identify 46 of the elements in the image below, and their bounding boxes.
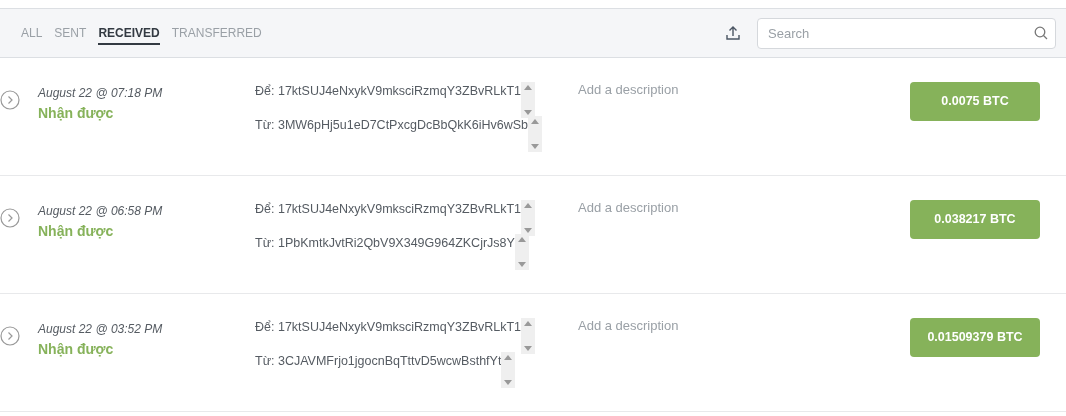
- amount-button[interactable]: 0.038217 BTC: [910, 200, 1040, 239]
- expand-icon[interactable]: [0, 326, 20, 346]
- filter-tab[interactable]: ALL: [21, 21, 43, 45]
- scroll-down-icon[interactable]: [504, 380, 513, 385]
- transaction-status: Nhận được: [38, 222, 115, 241]
- scrollbar[interactable]: [528, 116, 543, 152]
- scroll-down-icon[interactable]: [524, 346, 533, 351]
- search-icon[interactable]: [1034, 25, 1048, 40]
- scroll-down-icon[interactable]: [524, 110, 533, 115]
- sender-address: Từ: 3MW6pHj5u1eD7CtPxcgDcBbQkK6iHv6wSb: [255, 117, 529, 134]
- search-field[interactable]: Search: [757, 17, 1056, 49]
- transaction-status: Nhận được: [38, 104, 115, 123]
- description-field[interactable]: Add a description: [578, 80, 828, 100]
- expand-icon[interactable]: [0, 90, 20, 110]
- scrollbar[interactable]: [501, 352, 516, 388]
- scroll-up-icon[interactable]: [504, 355, 513, 360]
- amount-button[interactable]: 0.01509379 BTC: [910, 318, 1040, 357]
- recipient-address: Để: 17ktSUJ4eNxykV9mksciRzmqY3ZBvRLkT1: [255, 319, 522, 336]
- scrollbar[interactable]: [521, 318, 536, 354]
- transaction-status: Nhận được: [38, 340, 115, 359]
- filter-tab[interactable]: TRANSFERRED: [171, 21, 262, 45]
- scroll-down-icon[interactable]: [517, 262, 526, 267]
- scroll-up-icon[interactable]: [531, 119, 540, 124]
- sender-address: Từ: 3CJAVMFrjo1jgocnBqTttvD5wcwBsthfYt: [255, 353, 502, 370]
- sender-address: Từ: 1PbKmtkJvtRi2QbV9X349G964ZKCjrJs8Y: [255, 235, 515, 252]
- filter-tab[interactable]: RECEIVED: [98, 21, 160, 45]
- scroll-up-icon[interactable]: [524, 203, 533, 208]
- transaction-date: August 22 @ 06:58 PM: [38, 203, 164, 220]
- scroll-down-icon[interactable]: [524, 228, 533, 233]
- scrollbar[interactable]: [521, 82, 536, 118]
- upload-icon[interactable]: [725, 25, 741, 41]
- scrollbar[interactable]: [514, 234, 529, 270]
- scroll-down-icon[interactable]: [531, 144, 540, 149]
- scroll-up-icon[interactable]: [524, 85, 533, 90]
- description-field[interactable]: Add a description: [578, 198, 828, 218]
- scrollbar[interactable]: [521, 200, 536, 236]
- expand-icon[interactable]: [0, 208, 20, 228]
- amount-button[interactable]: 0.0075 BTC: [910, 82, 1040, 121]
- filter-tab[interactable]: SENT: [54, 21, 87, 45]
- recipient-address: Để: 17ktSUJ4eNxykV9mksciRzmqY3ZBvRLkT1: [255, 83, 522, 100]
- recipient-address: Để: 17ktSUJ4eNxykV9mksciRzmqY3ZBvRLkT1: [255, 201, 522, 218]
- transaction-date: August 22 @ 03:52 PM: [38, 321, 164, 338]
- scroll-up-icon[interactable]: [517, 237, 526, 242]
- scroll-up-icon[interactable]: [524, 321, 533, 326]
- transaction-date: August 22 @ 07:18 PM: [38, 85, 164, 102]
- description-field[interactable]: Add a description: [578, 316, 828, 336]
